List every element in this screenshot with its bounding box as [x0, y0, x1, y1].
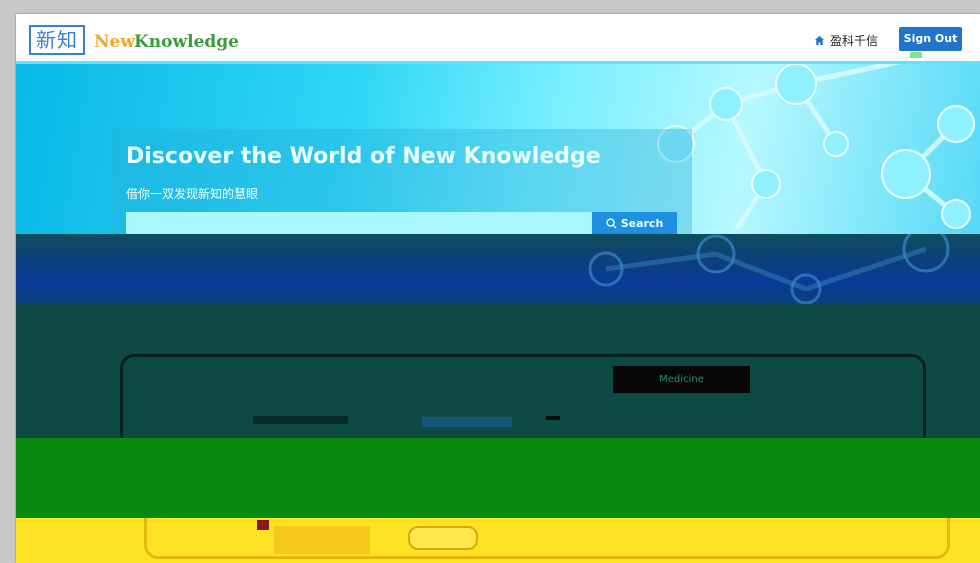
glitch-bar [422, 417, 512, 427]
home-icon [814, 35, 825, 46]
search-icon [606, 217, 617, 229]
corrupted-band-teal: Medicine [16, 304, 980, 438]
hero-title: Discover the World of New Knowledge [126, 144, 601, 169]
browser-frame: 新知 New Knowledge 盈科千信 Sign Out Discover … [16, 14, 980, 563]
corrupted-band-yellow [16, 518, 980, 563]
hero-subtitle: 借你一双发现新知的慧眼 [126, 187, 259, 201]
search-button[interactable]: Search [592, 212, 677, 234]
search-button-label: Search [620, 216, 664, 230]
category-tabs-frame [120, 354, 926, 438]
tab-medicine[interactable]: Medicine [613, 366, 750, 393]
user-name: 盈科千信 [830, 34, 879, 48]
glitch-pill [408, 526, 478, 550]
logo-knowledge-text: Knowledge [134, 32, 239, 52]
user-home-link[interactable]: 盈科千信 [814, 32, 878, 49]
glitch-mark [257, 520, 269, 530]
glitch-block [274, 526, 370, 554]
corrupted-band-dark [16, 234, 980, 304]
site-header: 新知 New Knowledge 盈科千信 Sign Out [16, 14, 980, 64]
hero-banner: Discover the World of New Knowledge 借你一双… [16, 64, 980, 234]
sign-out-button[interactable]: Sign Out [899, 27, 962, 51]
molecule-illustration-dark [588, 234, 950, 304]
glitch-bar [546, 416, 560, 420]
corrupted-band-green [16, 438, 980, 530]
glitch-bar [253, 416, 348, 424]
logo-new-text: New [94, 32, 135, 52]
search-input[interactable] [126, 212, 592, 234]
glitch-mark [910, 52, 922, 58]
logo-cn[interactable]: 新知 [29, 25, 85, 55]
